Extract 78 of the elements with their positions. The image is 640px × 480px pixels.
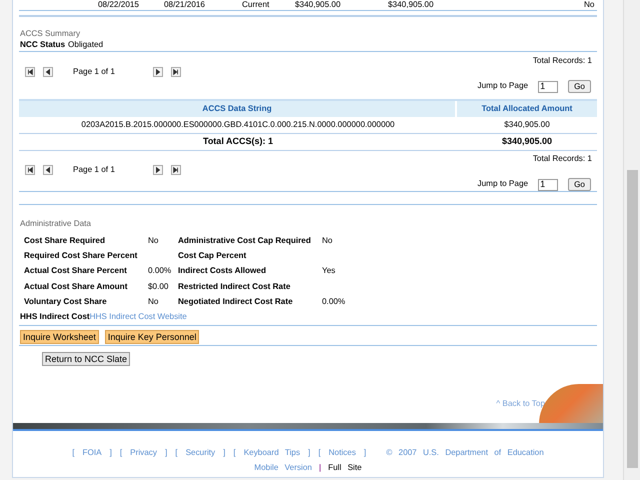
last-page-icon[interactable] [170, 165, 181, 176]
status-value: Obligated [68, 39, 104, 50]
table-cell: No [584, 0, 594, 9]
prev-page-icon[interactable] [43, 165, 53, 176]
field-label: Negotiated Indirect Cost Rate [178, 296, 294, 308]
total-amount: $340,905.00 [500, 135, 554, 148]
bracket: ] [165, 447, 168, 458]
field-label: Voluntary Cost Share [24, 296, 108, 308]
footer-link[interactable]: Notices [328, 447, 356, 458]
field-value: No [148, 296, 160, 308]
mobile-version-link[interactable]: Mobile Version [254, 462, 312, 474]
field-value: 0.00% [148, 265, 172, 278]
next-page-icon[interactable] [152, 165, 163, 176]
bracket: ] [364, 447, 366, 458]
field-label: Indirect Costs Allowed [178, 265, 267, 278]
copyright-text: © 2007 U.S. Department of Education [386, 447, 544, 458]
prev-page-icon[interactable] [43, 67, 53, 78]
field-label: Administrative Cost Cap Required [178, 234, 312, 247]
table-cell-text: $340,905.00 [503, 118, 551, 131]
bracket: [ [318, 447, 321, 458]
jump-label: Jump to Page [478, 80, 528, 92]
field-value: $0.00 [148, 280, 170, 293]
table-cell: $340,905.00 [295, 0, 341, 9]
field-label: Restricted Indirect Cost Rate [178, 280, 292, 293]
status-label: NCC Status [20, 39, 66, 50]
column-header: ACCS Data String [19, 101, 457, 117]
footer-link[interactable]: Security [186, 447, 216, 458]
field-value: No [148, 234, 160, 247]
go-button[interactable]: Go [568, 178, 591, 191]
full-site-text: Full Site [328, 462, 362, 474]
field-label: Actual Cost Share Percent [24, 265, 128, 278]
footer-link[interactable]: Keyboard Tips [244, 447, 300, 458]
table-cell: 08/21/2016 [164, 0, 205, 9]
bracket: [ [233, 447, 236, 458]
section-title: ACCS Summary [20, 28, 82, 39]
field-value: 0.00% [322, 296, 346, 308]
bracket: ] [223, 447, 226, 458]
bracket: [ [72, 447, 74, 458]
hhs-link[interactable]: HHS Indirect Cost Website [90, 310, 187, 322]
bracket: [ [175, 447, 178, 458]
jump-label: Jump to Page [478, 178, 528, 190]
bracket: ] [110, 447, 112, 458]
field-label: Required Cost Share Percent [24, 250, 138, 262]
field-label: Cost Cap Percent [178, 250, 248, 262]
total-label: Total ACCS(s): 1 [202, 135, 274, 148]
section-title: Administrative Data [20, 218, 92, 229]
page-indicator: Page 1 of 1 [73, 164, 115, 176]
field-value: No [322, 234, 332, 247]
table-cell: Current [242, 0, 270, 9]
table-cell: 08/22/2015 [98, 0, 139, 9]
column-header: Total Allocated Amount [480, 102, 574, 115]
last-page-icon[interactable] [170, 67, 181, 78]
field-label: Cost Share Required [24, 234, 106, 247]
page-input[interactable]: 1 [538, 178, 558, 190]
first-page-icon[interactable] [25, 165, 35, 176]
footer-link[interactable]: FOIA [82, 447, 102, 458]
scrollbar-thumb[interactable] [627, 170, 638, 468]
total-records: Total Records: 1 [532, 153, 592, 165]
action-button[interactable]: Inquire Worksheet [20, 330, 99, 344]
bracket: ] [308, 447, 310, 458]
first-page-icon[interactable] [25, 67, 35, 78]
back-to-top-link[interactable]: ^ Back to Top [496, 398, 545, 411]
page-input[interactable]: 1 [538, 80, 558, 92]
field-label: Actual Cost Share Amount [24, 280, 128, 293]
action-button[interactable]: Inquire Key Personnel [104, 330, 200, 344]
table-cell-text: 0203A2015.B.2015.000000.ES000000.GBD.4101C.0.000.215.N.0000.000000.000000 [80, 118, 396, 131]
go-button[interactable]: Go [568, 80, 591, 93]
next-page-icon[interactable] [152, 67, 163, 78]
separator: | [318, 462, 322, 474]
return-button[interactable]: Return to NCC Slate [42, 352, 130, 366]
field-value: Yes [322, 265, 336, 278]
bracket: [ [120, 447, 122, 458]
table-cell: $340,905.00 [388, 0, 434, 9]
total-records: Total Records: 1 [532, 55, 592, 67]
scrollbar[interactable] [623, 0, 640, 480]
footer-link[interactable]: Privacy [130, 447, 157, 458]
field-label: HHS Indirect Cost [20, 310, 90, 322]
page-indicator: Page 1 of 1 [73, 66, 115, 78]
